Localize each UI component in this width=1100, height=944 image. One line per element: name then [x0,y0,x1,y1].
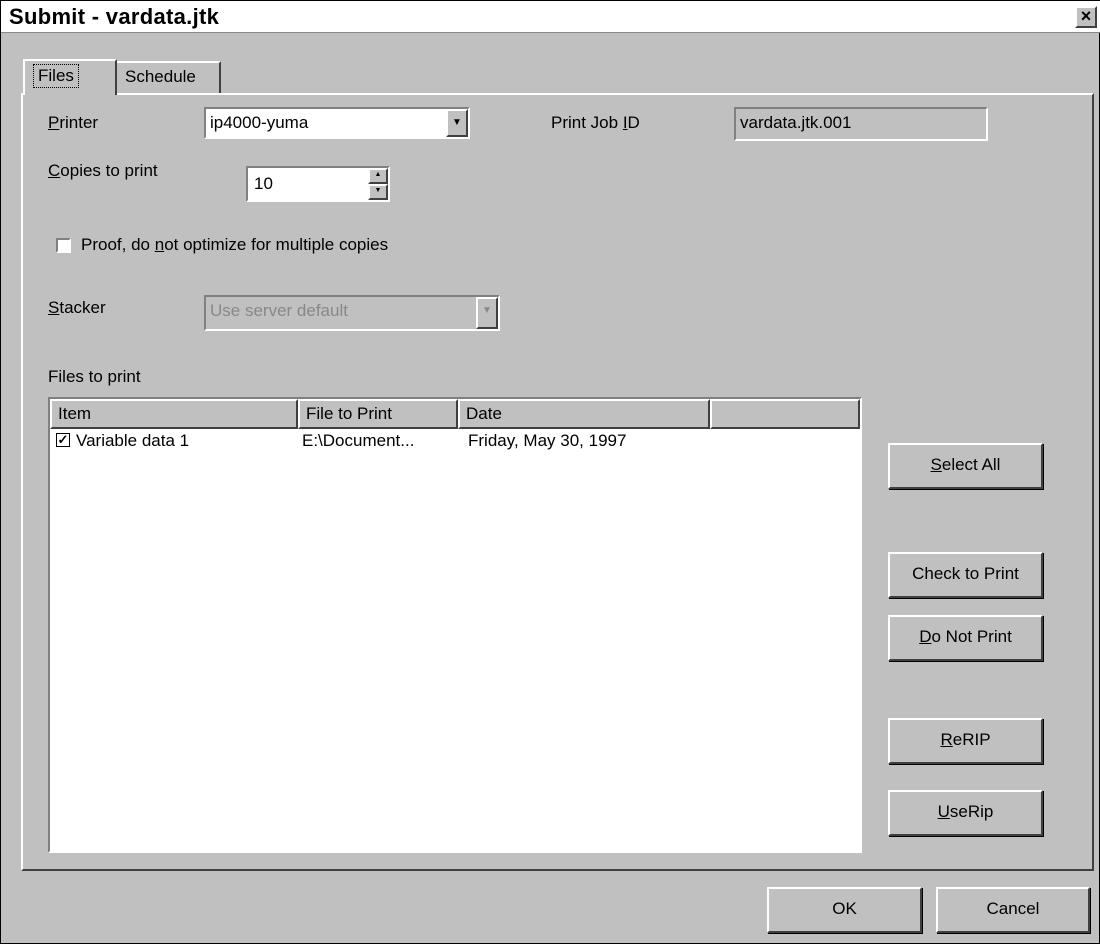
row-file: E:\Document... [302,431,415,450]
list-header: Item File to Print Date [50,399,860,429]
tab-schedule[interactable]: Schedule [115,61,221,93]
proof-label: Proof, do not optimize for multiple copi… [81,235,389,254]
tab-files[interactable]: Files [23,59,117,95]
printer-select[interactable]: ip4000-yuma ▼ [204,107,470,139]
row-item: Variable data 1 [76,431,190,450]
submit-dialog: Submit - vardata.jtk × Files Schedule Pr… [0,0,1100,944]
check-to-print-button[interactable]: Check to Print [888,552,1043,598]
tab-schedule-label: Schedule [125,67,196,86]
row-checkbox[interactable]: ✓ [56,433,70,447]
column-header-file[interactable]: File to Print [298,399,458,429]
spin-up-icon[interactable]: ▲ [368,168,388,184]
print-job-id-value: vardata.jtk.001 [740,113,852,132]
column-header-blank[interactable] [710,399,860,429]
copies-value: 10 [254,174,273,193]
chevron-down-icon[interactable]: ▼ [446,109,468,137]
proof-checkbox[interactable] [56,238,71,253]
do-not-print-button[interactable]: Do Not Print [888,615,1043,661]
copies-label: Copies to print [48,161,158,180]
printer-value: ip4000-yuma [210,113,309,132]
row-date: Friday, May 30, 1997 [468,431,627,450]
title-bar: Submit - vardata.jtk × [1,1,1100,33]
cancel-button[interactable]: Cancel [936,887,1090,933]
spin-down-icon[interactable]: ▼ [368,184,388,200]
column-header-date[interactable]: Date [458,399,710,429]
ok-button[interactable]: OK [767,887,922,933]
printer-label: Printer [48,113,99,132]
print-job-id-label: Print Job ID [551,113,640,132]
close-button[interactable]: × [1075,6,1097,28]
rerip-button[interactable]: ReRIP [888,718,1043,764]
tab-files-label: Files [33,64,79,88]
stacker-label: Stacker [48,298,106,317]
select-all-button[interactable]: Select All [888,443,1043,489]
list-item[interactable]: ✓ Variable data 1 E:\Document... Friday,… [50,429,860,453]
stacker-select: Use server default ▼ [204,295,500,331]
close-icon: × [1080,6,1092,26]
files-to-print-label: Files to print [48,367,141,386]
copies-stepper[interactable]: 10 ▲ ▼ [246,166,390,202]
stacker-value: Use server default [210,301,348,320]
userip-button[interactable]: UseRip [888,790,1043,836]
chevron-down-icon: ▼ [476,297,498,329]
window-title: Submit - vardata.jtk [9,4,220,29]
files-list[interactable]: Item File to Print Date ✓ Variable data … [48,397,862,853]
column-header-item[interactable]: Item [50,399,298,429]
print-job-id-field: vardata.jtk.001 [734,107,988,141]
